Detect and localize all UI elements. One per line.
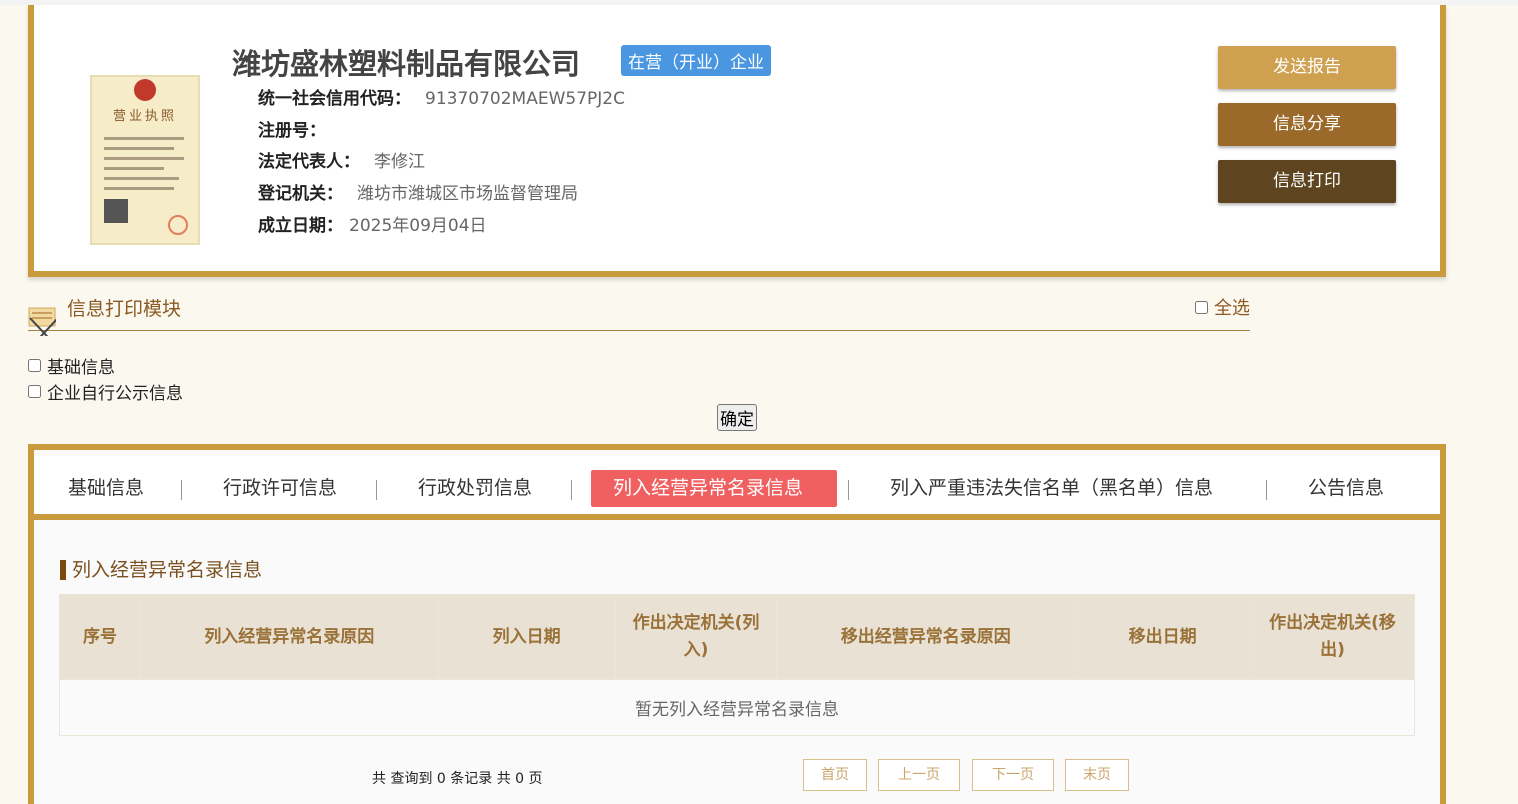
tab-admin-penalty[interactable]: 行政处罚信息 — [396, 470, 554, 507]
tab-bar: 基础信息 行政许可信息 行政处罚信息 列入经营异常名录信息 列入严重违法失信名单… — [34, 456, 1440, 520]
col-index: 序号 — [59, 594, 141, 680]
section-title: 列入经营异常名录信息 — [60, 560, 262, 580]
field-legal-rep: 法定代表人： 李修江 — [258, 152, 425, 172]
col-remove-authority: 作出决定机关(移出) — [1250, 594, 1415, 680]
confirm-button[interactable]: 确定 — [717, 404, 757, 431]
option-basic-info[interactable]: 基础信息 — [28, 353, 115, 378]
field-est-date: 成立日期： 2025年09月04日 — [258, 216, 487, 236]
tab-blacklist[interactable]: 列入严重违法失信名单（黑名单）信息 — [868, 470, 1235, 507]
field-credit-code: 统一社会信用代码： 91370702MAEW57PJ2C — [258, 89, 625, 109]
tab-admin-license[interactable]: 行政许可信息 — [201, 470, 359, 507]
seal-icon — [168, 215, 188, 235]
record-count: 共 查询到 0 条记录 共 0 页 — [372, 771, 543, 787]
company-name: 潍坊盛林塑料制品有限公司 — [232, 47, 581, 81]
col-remove-reason: 移出经营异常名录原因 — [776, 594, 1076, 680]
print-module-header: 信息打印模块 全选 — [28, 290, 1250, 336]
tab-abnormal-operation[interactable]: 列入经营异常名录信息 — [591, 470, 837, 507]
col-list-reason: 列入经营异常名录原因 — [139, 594, 439, 680]
info-panel: 基础信息 行政许可信息 行政处罚信息 列入经营异常名录信息 列入严重违法失信名单… — [28, 444, 1446, 804]
print-module-title: 信息打印模块 — [67, 298, 182, 320]
empty-message: 暂无列入经营异常名录信息 — [59, 679, 1415, 736]
prev-page-button[interactable]: 上一页 — [878, 759, 960, 791]
print-info-button[interactable]: 信息打印 — [1218, 160, 1396, 203]
option-self-disclosure[interactable]: 企业自行公示信息 — [28, 379, 183, 404]
company-card: 营业执照 潍坊盛林塑料制品有限公司 在营（开业）企业 统一社会信用代码： 9137… — [28, 5, 1446, 277]
send-report-button[interactable]: 发送报告 — [1218, 46, 1396, 89]
tab-announcements[interactable]: 公告信息 — [1286, 470, 1406, 507]
table-header-row: 序号 列入经营异常名录原因 列入日期 作出决定机关(列入) 移出经营异常名录原因… — [59, 594, 1415, 680]
abnormal-list-table: 序号 列入经营异常名录原因 列入日期 作出决定机关(列入) 移出经营异常名录原因… — [59, 594, 1415, 736]
print-module-icon — [28, 307, 56, 336]
qr-code-icon — [104, 199, 128, 223]
emblem-icon — [134, 79, 156, 101]
select-all-checkbox[interactable]: 全选 — [1195, 294, 1250, 320]
status-badge: 在营（开业）企业 — [621, 45, 771, 76]
table-row: 暂无列入经营异常名录信息 — [59, 679, 1415, 736]
business-license-image[interactable]: 营业执照 — [90, 75, 200, 245]
field-reg-authority: 登记机关： 潍坊市潍城区市场监督管理局 — [258, 184, 578, 204]
first-page-button[interactable]: 首页 — [803, 759, 867, 791]
field-reg-no: 注册号： — [258, 121, 326, 141]
col-list-date: 列入日期 — [437, 594, 616, 680]
col-remove-date: 移出日期 — [1074, 594, 1252, 680]
license-title: 营业执照 — [112, 109, 177, 124]
last-page-button[interactable]: 末页 — [1065, 759, 1129, 791]
col-list-authority: 作出决定机关(列入) — [614, 594, 778, 680]
share-info-button[interactable]: 信息分享 — [1218, 103, 1396, 146]
next-page-button[interactable]: 下一页 — [972, 759, 1054, 791]
tab-basic-info[interactable]: 基础信息 — [46, 470, 166, 507]
